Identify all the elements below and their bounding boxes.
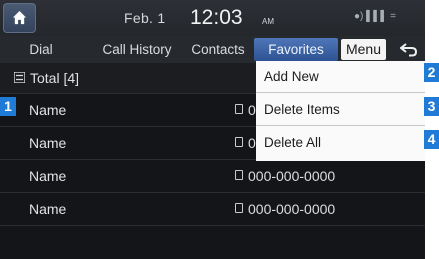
phone-icon bbox=[235, 137, 243, 147]
back-button[interactable] bbox=[395, 36, 423, 63]
callout-marker-4: 4 bbox=[424, 130, 439, 149]
menu-item-delete-items[interactable]: Delete Items bbox=[256, 94, 425, 126]
callout-marker-2: 2 bbox=[424, 63, 439, 82]
status-bar: Feb. 1 12:03 AM ●) ▌▌▌ = bbox=[0, 0, 425, 36]
phone-number: 000-000-0000 bbox=[248, 168, 336, 184]
phone-icon bbox=[235, 170, 243, 180]
callout-marker-3: 3 bbox=[424, 97, 439, 116]
home-icon bbox=[12, 10, 27, 25]
home-button[interactable] bbox=[3, 3, 36, 33]
phone-number: 000-000-0000 bbox=[248, 201, 336, 217]
menu-button[interactable]: Menu bbox=[341, 39, 386, 60]
contact-name: Name bbox=[29, 201, 67, 217]
menu-item-label: Add New bbox=[264, 69, 319, 84]
clock-ampm: AM bbox=[262, 17, 274, 26]
contact-name: Name bbox=[29, 135, 67, 151]
favorite-row[interactable]: Name 000-000-0000 bbox=[0, 193, 425, 226]
tab-call-history[interactable]: Call History bbox=[94, 36, 180, 63]
menu-item-label: Delete Items bbox=[264, 102, 340, 117]
clock-time: 12:03 bbox=[190, 6, 243, 29]
contact-name: Name bbox=[29, 102, 67, 118]
tab-favorites[interactable]: Favorites bbox=[254, 38, 338, 61]
back-icon bbox=[399, 43, 418, 57]
car-phone-screen: Feb. 1 12:03 AM ●) ▌▌▌ = Dial Call Histo… bbox=[0, 0, 425, 259]
date-text: Feb. 1 bbox=[124, 10, 166, 26]
phone-tab-bar: Dial Call History Contacts Favorites Men… bbox=[0, 36, 425, 63]
list-icon bbox=[14, 72, 25, 83]
menu-item-label: Delete All bbox=[264, 135, 322, 150]
phone-icon bbox=[235, 203, 243, 213]
menu-item-delete-all[interactable]: Delete All bbox=[256, 127, 425, 159]
options-dropdown-menu: Add New Delete Items Delete All bbox=[256, 61, 425, 161]
phone-icon bbox=[235, 104, 243, 114]
favorite-row[interactable]: Name 000-000-0000 bbox=[0, 160, 425, 193]
callout-marker-1: 1 bbox=[0, 97, 16, 116]
bluetooth-signal-icons: ●) ▌▌▌ = bbox=[354, 11, 397, 22]
tab-contacts[interactable]: Contacts bbox=[186, 36, 250, 63]
menu-item-add-new[interactable]: Add New bbox=[256, 61, 425, 93]
tab-dial[interactable]: Dial bbox=[20, 36, 62, 63]
contact-name: Name bbox=[29, 168, 67, 184]
total-count-label: Total [4] bbox=[30, 70, 80, 86]
